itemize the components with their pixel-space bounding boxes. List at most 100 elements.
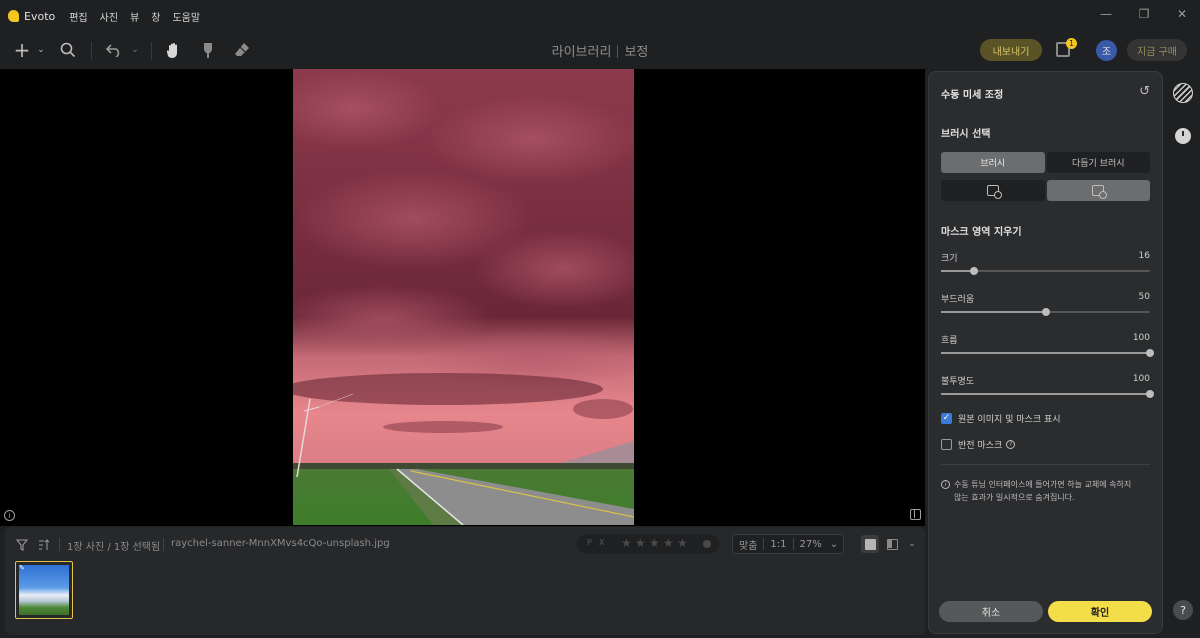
- tab-refine-brush[interactable]: 다듬기 브러시: [1046, 152, 1150, 173]
- menu-window[interactable]: 창: [151, 9, 160, 24]
- menu-photo[interactable]: 사진: [100, 9, 118, 24]
- toolbar-divider: [151, 42, 152, 60]
- toolbar: + ⌄ ⌄ 라이브러리 보정 내보내기 1 조 지금 구매: [0, 32, 1200, 68]
- help-icon[interactable]: ?: [1006, 439, 1016, 449]
- photo-preview[interactable]: [293, 69, 634, 525]
- show-original-checkbox[interactable]: ✓: [941, 412, 952, 424]
- slider-size-value: 16: [1138, 251, 1150, 261]
- flag-pick-icon[interactable]: P: [587, 538, 592, 547]
- close-icon[interactable]: ✕: [1174, 6, 1190, 22]
- menu-help[interactable]: 도움말: [172, 9, 200, 24]
- title-divider: [617, 45, 619, 58]
- star-1-icon[interactable]: ★: [621, 536, 632, 550]
- window-controls: — ❐ ✕: [1098, 6, 1190, 22]
- slider-size: 크기 16: [941, 251, 1150, 277]
- invert-mask-toggle[interactable]: 반전 마스크 ?: [941, 437, 1016, 451]
- brush-tool-icon[interactable]: [198, 40, 218, 60]
- edit-mode-link[interactable]: 보정: [624, 45, 648, 60]
- slider-flow: 흐름 100: [941, 333, 1154, 359]
- app-window: Evoto 편집 사진 뷰 창 도움말 — ❐ ✕ + ⌄ ⌄ 라이브러리 보정…: [0, 0, 1200, 638]
- star-5-icon[interactable]: ★: [677, 536, 688, 550]
- slider-softness-handle[interactable]: [1041, 308, 1050, 316]
- zoom-percent-select[interactable]: 27%: [794, 539, 828, 550]
- library-mode-link[interactable]: 라이브러리: [552, 45, 612, 60]
- menu-edit[interactable]: 편집: [69, 9, 87, 24]
- invert-mask-checkbox[interactable]: [941, 438, 952, 450]
- slider-opacity-label: 불투명도: [941, 377, 975, 387]
- history-icon[interactable]: [1175, 128, 1191, 144]
- undo-history-chevron-icon[interactable]: ⌄: [125, 40, 145, 60]
- brush-section-title: 브러시 선택: [941, 129, 991, 140]
- file-name: raychel-sanner-MnnXMvs4cQo-unsplash.jpg: [171, 538, 390, 549]
- star-2-icon[interactable]: ★: [635, 536, 646, 550]
- photo-count-text: 1장 사진 / 1장 선택됨: [67, 542, 161, 553]
- sort-icon[interactable]: [37, 538, 51, 552]
- zoom-1to1-button[interactable]: 1:1: [764, 539, 792, 550]
- slider-flow-label: 흐름: [941, 336, 958, 346]
- restore-icon[interactable]: ❐: [1136, 6, 1152, 22]
- slider-softness: 부드러움 50: [941, 292, 1150, 318]
- edited-marker-icon: ✎: [19, 564, 25, 572]
- toolbar-divider: [91, 42, 92, 60]
- undo-icon[interactable]: [104, 40, 124, 60]
- confirm-button[interactable]: 확인: [1048, 601, 1152, 622]
- info-icon: i: [941, 480, 950, 489]
- thumbnail-image: [19, 565, 69, 615]
- split-view-icon: [886, 538, 898, 550]
- help-button-icon[interactable]: ?: [1173, 600, 1193, 620]
- slider-size-track[interactable]: [941, 267, 1150, 275]
- menu-view[interactable]: 뷰: [130, 9, 139, 24]
- reset-icon[interactable]: ↺: [1139, 84, 1150, 99]
- view-options-chevron-icon[interactable]: ⌄: [903, 535, 921, 553]
- eraser-tool-icon[interactable]: [232, 40, 252, 60]
- slider-softness-value: 50: [1138, 292, 1150, 302]
- search-icon[interactable]: [58, 40, 78, 60]
- add-mask-mode-button[interactable]: [941, 180, 1045, 201]
- zoom-fit-button[interactable]: 맞춤: [733, 537, 763, 552]
- hand-tool-icon[interactable]: [164, 40, 184, 60]
- panel-divider: [941, 464, 1150, 465]
- buy-now-button[interactable]: 지금 구매: [1127, 39, 1187, 61]
- info-note: i 수동 튜닝 인터페이스에 들어가면 하늘 교체에 속하지 않는 효과가 일시…: [941, 478, 1141, 504]
- slider-softness-label: 부드러움: [941, 295, 975, 305]
- slider-opacity-handle[interactable]: [1146, 390, 1154, 398]
- image-canvas[interactable]: i: [0, 69, 925, 526]
- show-original-toggle[interactable]: ✓ 원본 이미지 및 마스크 표시: [941, 411, 1061, 425]
- export-button[interactable]: 내보내기: [980, 39, 1042, 61]
- slider-flow-fill: [941, 352, 1150, 354]
- slider-softness-track[interactable]: [941, 308, 1150, 316]
- slider-opacity-fill: [941, 393, 1150, 395]
- erase-mask-icon: [1092, 185, 1108, 199]
- add-dropdown-chevron-icon[interactable]: ⌄: [31, 40, 51, 60]
- slider-opacity-track[interactable]: [941, 390, 1154, 398]
- filter-icon[interactable]: [15, 538, 29, 552]
- erase-mask-mode-button[interactable]: [1046, 180, 1150, 201]
- minimize-icon[interactable]: —: [1098, 6, 1114, 22]
- brush-type-tabs: 브러시 다듬기 브러시: [941, 152, 1150, 173]
- brush-mode-tabs: [941, 180, 1150, 201]
- show-original-label: 원본 이미지 및 마스크 표시: [958, 414, 1061, 425]
- avatar[interactable]: 조: [1096, 40, 1117, 61]
- evoto-logo-icon: [8, 10, 19, 22]
- compare-view-icon[interactable]: [910, 509, 921, 520]
- cancel-button[interactable]: 취소: [939, 601, 1043, 622]
- color-label-icon[interactable]: [703, 540, 711, 548]
- add-icon[interactable]: +: [12, 38, 32, 62]
- panel-title: 수동 미세 조정: [941, 90, 1004, 101]
- slider-flow-handle[interactable]: [1146, 349, 1154, 357]
- split-view-button[interactable]: [883, 535, 901, 553]
- notification-count-badge: 1: [1066, 38, 1077, 49]
- manual-brush-panel-icon[interactable]: [1173, 83, 1193, 103]
- star-4-icon[interactable]: ★: [663, 536, 674, 550]
- zoom-chevron-icon[interactable]: ⌄: [828, 539, 840, 550]
- tab-brush[interactable]: 브러시: [941, 152, 1045, 173]
- photo-thumbnail[interactable]: ✎: [15, 561, 73, 619]
- slider-size-handle[interactable]: [970, 267, 979, 275]
- filmstrip-divider: [163, 538, 164, 551]
- info-icon[interactable]: i: [4, 510, 15, 521]
- filmstrip: 1장 사진 / 1장 선택됨 raychel-sanner-MnnXMvs4cQ…: [5, 527, 925, 635]
- star-3-icon[interactable]: ★: [649, 536, 660, 550]
- single-view-button[interactable]: [861, 535, 879, 553]
- slider-flow-track[interactable]: [941, 349, 1154, 357]
- flag-reject-icon[interactable]: X: [599, 538, 604, 547]
